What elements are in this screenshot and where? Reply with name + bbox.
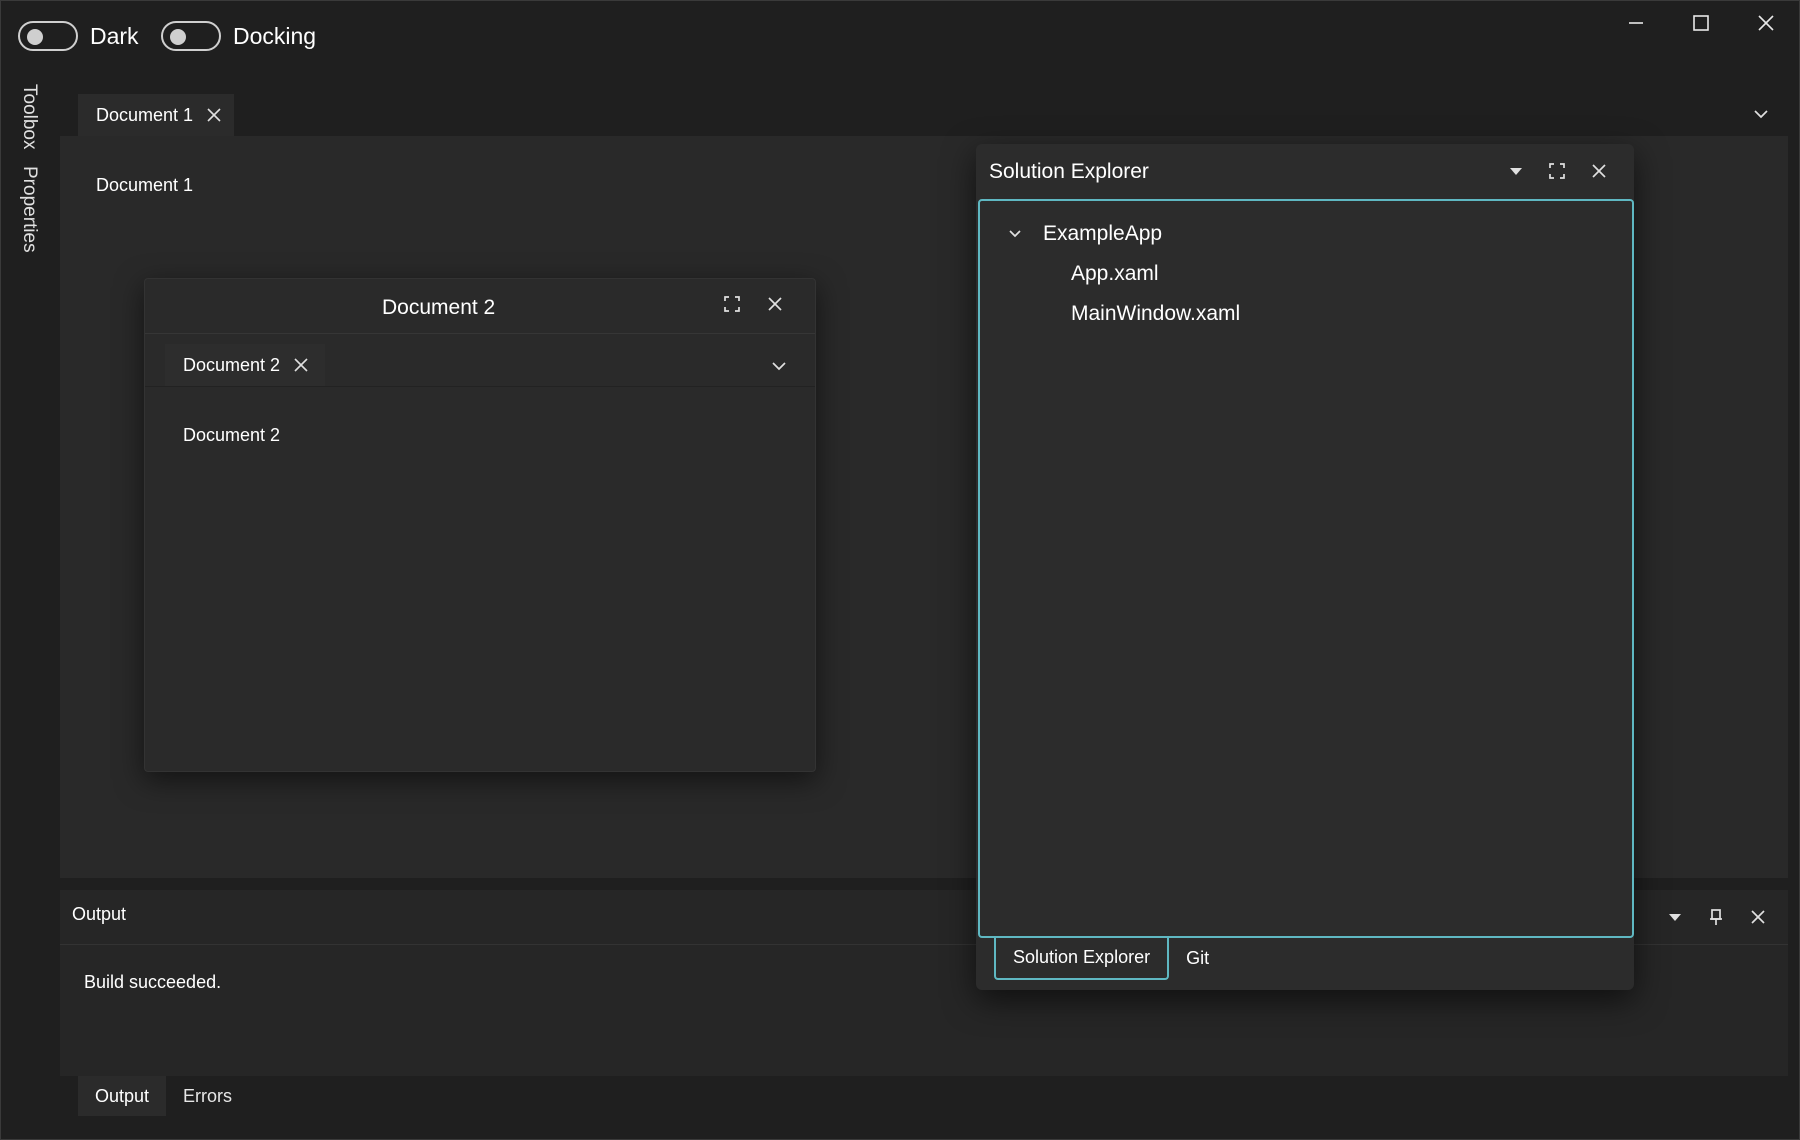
output-text: Build succeeded. xyxy=(84,972,222,992)
docking-toggle[interactable]: Docking xyxy=(161,21,316,51)
solution-explorer-close-button[interactable] xyxy=(1582,154,1616,188)
tab-solution-explorer[interactable]: Solution Explorer xyxy=(994,936,1170,980)
caret-down-icon xyxy=(1669,914,1681,921)
dark-toggle-switch[interactable] xyxy=(18,21,78,51)
expand-icon xyxy=(724,296,740,312)
document-tab-strip xyxy=(60,90,1788,136)
chevron-down-icon xyxy=(772,362,786,371)
tab-document-2[interactable]: Document 2 xyxy=(165,344,325,386)
output-close-button[interactable] xyxy=(1741,900,1775,934)
solution-explorer-title: Solution Explorer xyxy=(989,160,1149,183)
dark-toggle[interactable]: Dark xyxy=(18,21,139,51)
solution-explorer-options-button[interactable] xyxy=(1499,154,1533,188)
output-tab-strip: Output Errors xyxy=(60,1076,1788,1116)
output-panel-title: Output xyxy=(72,904,127,924)
solution-explorer-tab-strip: Solution Explorer Git xyxy=(978,936,1226,980)
expand-icon xyxy=(1549,163,1565,179)
solution-explorer-maximize-button[interactable] xyxy=(1540,154,1574,188)
floating-document-title: Document 2 xyxy=(382,296,496,319)
docking-toggle-label: Docking xyxy=(233,22,317,49)
title-bar: Dark Docking xyxy=(0,0,1800,72)
close-icon xyxy=(768,297,782,311)
tab-git[interactable]: Git xyxy=(1169,936,1226,980)
dark-toggle-knob xyxy=(27,29,43,45)
close-icon[interactable] xyxy=(294,358,308,372)
close-icon[interactable] xyxy=(207,108,221,122)
document-1-text: Document 1 xyxy=(96,175,194,195)
minimize-icon xyxy=(1629,22,1643,24)
tab-document-2-label: Document 2 xyxy=(183,354,281,375)
tree-item-root[interactable]: ExampleApp xyxy=(1043,222,1162,246)
tab-document-1[interactable]: Document 1 xyxy=(78,94,234,136)
output-pin-button[interactable] xyxy=(1699,900,1733,934)
floating-divider xyxy=(145,333,815,334)
tree-expander[interactable] xyxy=(998,216,1032,250)
close-icon xyxy=(1592,164,1606,178)
docking-toggle-switch[interactable] xyxy=(161,21,221,51)
tab-document-1-label: Document 1 xyxy=(96,104,194,125)
tree-item-app-xaml[interactable]: App.xaml xyxy=(1071,262,1159,286)
caret-down-icon xyxy=(1510,168,1522,175)
tab-errors[interactable]: Errors xyxy=(166,1076,249,1116)
tab-output[interactable]: Output xyxy=(78,1076,167,1116)
floating-maximize-button[interactable] xyxy=(715,287,749,321)
floating-document-window[interactable]: Document 2 Document 2 Document 2 xyxy=(144,278,816,772)
close-icon xyxy=(1751,910,1765,924)
close-window-button[interactable] xyxy=(1735,0,1797,46)
output-options-button[interactable] xyxy=(1658,900,1692,934)
tree-item-mainwindow-xaml[interactable]: MainWindow.xaml xyxy=(1071,302,1240,326)
minimize-button[interactable] xyxy=(1605,0,1667,46)
docking-toggle-knob xyxy=(170,29,186,45)
pin-icon xyxy=(1710,909,1722,925)
sidebar-item-properties[interactable]: Properties xyxy=(18,166,40,253)
maximize-icon xyxy=(1693,15,1709,31)
document-tabs-dropdown-button[interactable] xyxy=(1744,97,1778,131)
maximize-button[interactable] xyxy=(1670,0,1732,46)
floating-tabs-dropdown-button[interactable] xyxy=(762,349,796,383)
sidebar-item-toolbox[interactable]: Toolbox xyxy=(18,84,40,150)
chevron-down-icon xyxy=(1754,110,1768,119)
floating-close-button[interactable] xyxy=(758,287,792,321)
close-icon xyxy=(1758,15,1774,31)
floating-tab-divider xyxy=(145,386,815,387)
document-2-text: Document 2 xyxy=(183,425,281,445)
dark-toggle-label: Dark xyxy=(90,22,139,49)
chevron-down-icon xyxy=(1009,230,1021,238)
